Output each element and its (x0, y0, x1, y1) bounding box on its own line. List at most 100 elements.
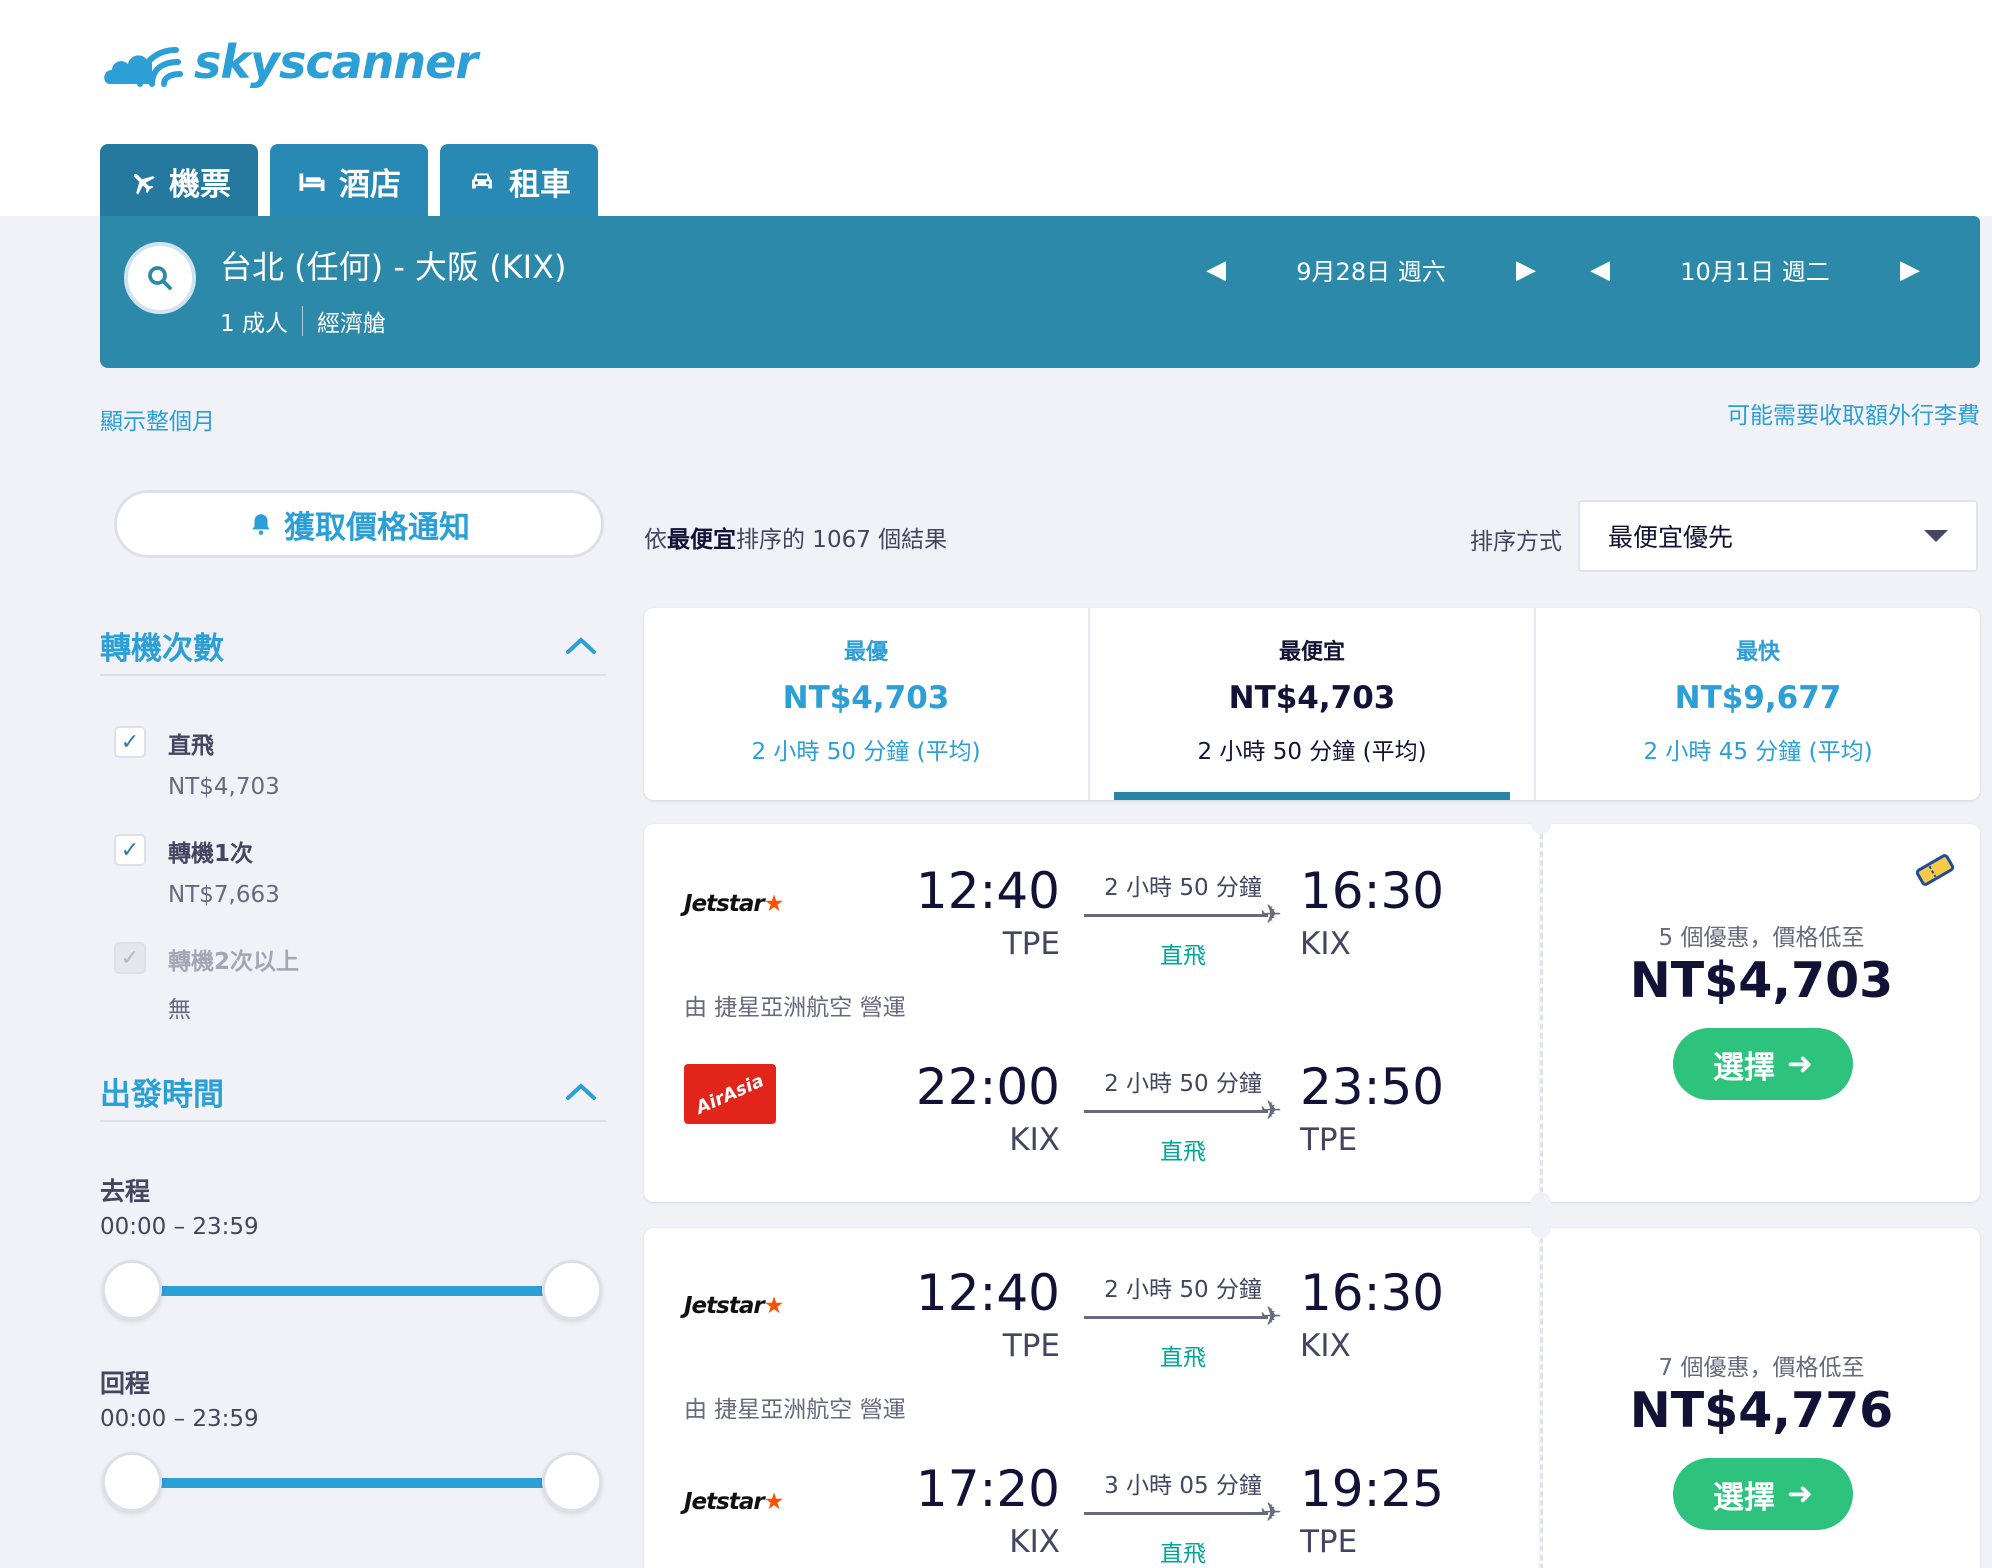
summary-duration: 2 小時 45 分鐘 (平均) (1643, 739, 1873, 765)
route-line (1084, 1512, 1268, 1515)
return-date[interactable]: 10月1日 週二 (1620, 252, 1890, 287)
price-panel[interactable]: 7 個優惠，價格低至 NT$4,776 選擇 ➜ (1540, 1228, 1980, 1568)
select-label: 選擇 (1713, 1049, 1775, 1086)
outbound-segment: 12:40 TPE 2 小時 50 分鐘 ✈ 直飛 16:30 KIX (644, 862, 1540, 982)
outbound-time-slider[interactable] (102, 1260, 602, 1320)
operated-by: 由 捷星亞洲航空 營運 (684, 995, 906, 1021)
departure-time: 12:40 (915, 862, 1060, 920)
search-button[interactable] (124, 242, 196, 314)
arrival-airport: TPE (1300, 1122, 1358, 1158)
inbound-label: 回程 (100, 1369, 151, 1398)
select-button[interactable]: 選擇 ➜ (1673, 1028, 1853, 1100)
tab-flights[interactable]: 機票 (100, 144, 258, 218)
slider-max-handle[interactable] (542, 1260, 602, 1320)
card-notch (1531, 814, 1551, 834)
departure-airport: KIX (1009, 1122, 1060, 1158)
stops-option-label: 轉機2次以上 (168, 949, 300, 975)
flight-result-card[interactable]: Jetstar ★ 12:40 TPE 2 小時 50 分鐘 ✈ 直飛 16:30… (644, 1218, 1980, 1568)
inbound-segment: 17:20 KIX 3 小時 05 分鐘 ✈ 直飛 19:25 TPE (644, 1460, 1540, 1568)
arrow-right-icon: ➜ (1787, 1046, 1813, 1082)
sort-selected-value: 最便宜優先 (1608, 523, 1734, 552)
stops-filter-title: 轉機次數 (100, 630, 224, 667)
itinerary-panel[interactable]: Jetstar ★ 12:40 TPE 2 小時 50 分鐘 ✈ 直飛 16:30… (644, 1228, 1540, 1568)
bell-icon (252, 514, 270, 535)
checkbox-disabled: ✓ (114, 942, 146, 974)
baggage-fee-link[interactable]: 可能需要收取額外行李費 (1727, 396, 1980, 430)
stops-option-direct[interactable]: ✓ 直飛 NT$4,703 (114, 726, 280, 800)
deals-count: 5 個優惠，價格低至 (1658, 925, 1865, 951)
sort-label: 排序方式 (1470, 529, 1562, 555)
sort-dropdown[interactable]: 最便宜優先 (1578, 500, 1978, 572)
show-whole-month-link[interactable]: 顯示整個月 (100, 402, 215, 436)
bed-icon (299, 173, 325, 191)
slider-max-handle[interactable] (542, 1452, 602, 1512)
active-tab-indicator (1114, 792, 1510, 800)
departure-time-filter-header[interactable]: 出發時間 (100, 1062, 606, 1122)
ticket-icon[interactable] (1912, 852, 1958, 888)
stops-option-price: 無 (168, 997, 191, 1023)
stops-option-label: 直飛 (168, 733, 214, 759)
logo-cloud-icon (104, 47, 183, 87)
departure-airport: TPE (1002, 1328, 1060, 1364)
plane-icon: ✈ (1260, 900, 1282, 930)
select-label: 選擇 (1713, 1479, 1775, 1516)
lowest-price: NT$4,776 (1629, 1382, 1894, 1439)
caret-down-icon (1924, 530, 1948, 542)
inbound-time-range: 00:00 – 23:59 (100, 1406, 259, 1432)
stops-label: 直飛 (1160, 943, 1206, 969)
tab-car-hire[interactable]: 租車 (440, 144, 598, 218)
results-count: 依最便宜排序的 1067 個結果 (644, 520, 947, 554)
chevron-up-icon[interactable] (564, 634, 598, 656)
outbound-label: 去程 (100, 1177, 151, 1206)
departure-time: 17:20 (915, 1460, 1060, 1518)
stops-label: 直飛 (1160, 1139, 1206, 1165)
skyscanner-logo[interactable]: skyscanner (100, 34, 478, 90)
outbound-time-range: 00:00 – 23:59 (100, 1214, 259, 1240)
results-prefix: 依 (644, 527, 667, 553)
checkbox-checked[interactable]: ✓ (114, 726, 146, 758)
chevron-up-icon[interactable] (564, 1080, 598, 1102)
depart-date[interactable]: 9月28日 週六 (1236, 252, 1506, 287)
inbound-segment: 22:00 KIX 2 小時 50 分鐘 ✈ 直飛 23:50 TPE (644, 1058, 1540, 1178)
search-summary-bar[interactable]: 台北 (任何) - 大阪 (KIX) 1 成人 經濟艙 ◀ 9月28日 週六 ▶… (100, 216, 1980, 368)
return-date-prev-button[interactable]: ◀ (1580, 255, 1620, 285)
results-sort-word: 最便宜 (667, 527, 736, 553)
stops-option-label: 轉機1次 (168, 841, 254, 867)
route-line (1084, 914, 1268, 917)
passenger-cabin-info[interactable]: 1 成人 經濟艙 (220, 304, 386, 338)
operated-by: 由 捷星亞洲航空 營運 (684, 1397, 906, 1423)
stops-option-one-stop[interactable]: ✓ 轉機1次 NT$7,663 (114, 834, 280, 908)
plane-icon: ✈ (1260, 1096, 1282, 1126)
price-panel[interactable]: 5 個優惠，價格低至 NT$4,703 選擇 ➜ (1540, 824, 1980, 1202)
tab-label: 機票 (169, 166, 231, 203)
slider-min-handle[interactable] (102, 1452, 162, 1512)
price-alert-button[interactable]: 獲取價格通知 (114, 490, 604, 558)
tab-label: 酒店 (339, 166, 401, 203)
plane-icon: ✈ (1260, 1302, 1282, 1332)
card-notch (1531, 1218, 1551, 1238)
stops-filter-header[interactable]: 轉機次數 (100, 616, 606, 676)
itinerary-panel[interactable]: Jetstar ★ 12:40 TPE 2 小時 50 分鐘 ✈ 直飛 16:30… (644, 824, 1540, 1202)
stops-option-price: NT$7,663 (168, 882, 280, 908)
depart-date-next-button[interactable]: ▶ (1506, 255, 1546, 285)
inbound-time-slider[interactable] (102, 1452, 602, 1512)
select-button[interactable]: 選擇 ➜ (1673, 1458, 1853, 1530)
route-line (1084, 1316, 1268, 1319)
route-text[interactable]: 台北 (任何) - 大阪 (KIX) (220, 242, 567, 288)
return-date-next-button[interactable]: ▶ (1890, 255, 1930, 285)
cabin-class: 經濟艙 (316, 311, 386, 337)
summary-fastest-tab[interactable]: 最快 NT$9,677 2 小時 45 分鐘 (平均) (1534, 608, 1980, 800)
depart-date-prev-button[interactable]: ◀ (1196, 255, 1236, 285)
divider (301, 306, 303, 336)
stops-option-price: NT$4,703 (168, 774, 280, 800)
deals-count: 7 個優惠，價格低至 (1658, 1355, 1865, 1381)
checkbox-checked[interactable]: ✓ (114, 834, 146, 866)
summary-cheapest-tab[interactable]: 最便宜 NT$4,703 2 小時 50 分鐘 (平均) (1088, 608, 1534, 800)
summary-best-tab[interactable]: 最優 NT$4,703 2 小時 50 分鐘 (平均) (644, 608, 1088, 800)
car-icon (472, 173, 492, 189)
departure-airport: TPE (1002, 926, 1060, 962)
tab-hotels[interactable]: 酒店 (270, 144, 428, 218)
tab-label: 租車 (509, 166, 571, 203)
slider-min-handle[interactable] (102, 1260, 162, 1320)
flight-result-card[interactable]: Jetstar ★ 12:40 TPE 2 小時 50 分鐘 ✈ 直飛 16:30… (644, 814, 1980, 1212)
